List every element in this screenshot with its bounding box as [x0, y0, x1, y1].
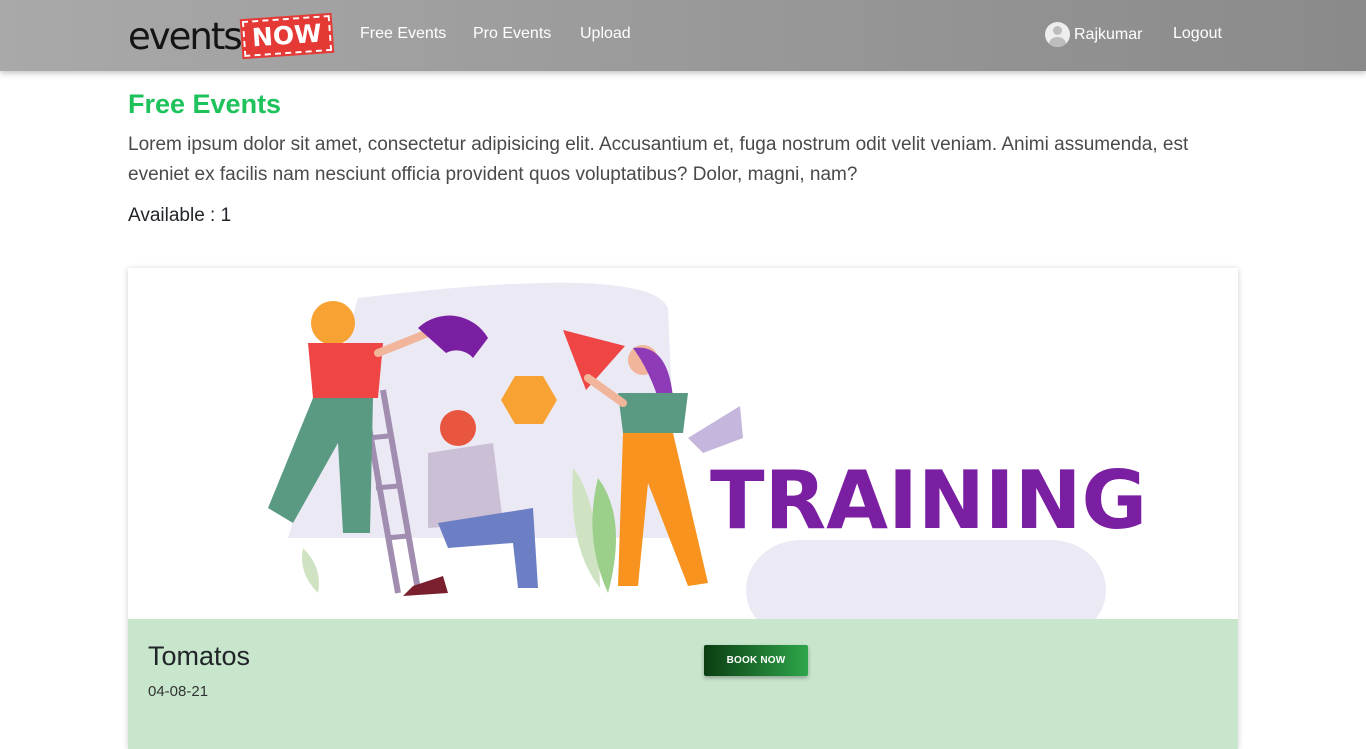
event-name: Tomatos [148, 641, 251, 671]
logout-link[interactable]: Logout [1173, 25, 1222, 43]
user-name: Rajkumar [1074, 25, 1143, 43]
nav-upload[interactable]: Upload [580, 25, 631, 43]
nav-pro-events[interactable]: Pro Events [473, 25, 551, 43]
nav-free-events[interactable]: Free Events [360, 25, 446, 43]
event-image: TRAINING [128, 268, 1238, 619]
events-now-logo[interactable]: events NOW [128, 12, 334, 60]
page-description: Lorem ipsum dolor sit amet, consectetur … [128, 134, 1189, 185]
event-date: 04-08-21 [148, 683, 209, 700]
book-now-button[interactable]: BOOK NOW [704, 645, 808, 676]
logo-badge: NOW [239, 12, 334, 60]
avatar-icon [1045, 22, 1070, 47]
event-card-body: Tomatos 04-08-21 BOOK NOW [128, 619, 1238, 749]
event-card: TRAINING Tomatos 04-08-21 BOOK NOW [128, 268, 1238, 749]
training-text: TRAINING [710, 454, 1147, 547]
user-menu[interactable]: Rajkumar [1045, 22, 1142, 47]
available-count: Available : 1 [128, 205, 232, 226]
page-title: Free Events [128, 89, 282, 119]
top-navbar: events NOW Free Events Pro Events Upload… [0, 0, 1366, 71]
logo-text: events [128, 14, 243, 58]
training-illustration: TRAINING [268, 282, 1147, 619]
